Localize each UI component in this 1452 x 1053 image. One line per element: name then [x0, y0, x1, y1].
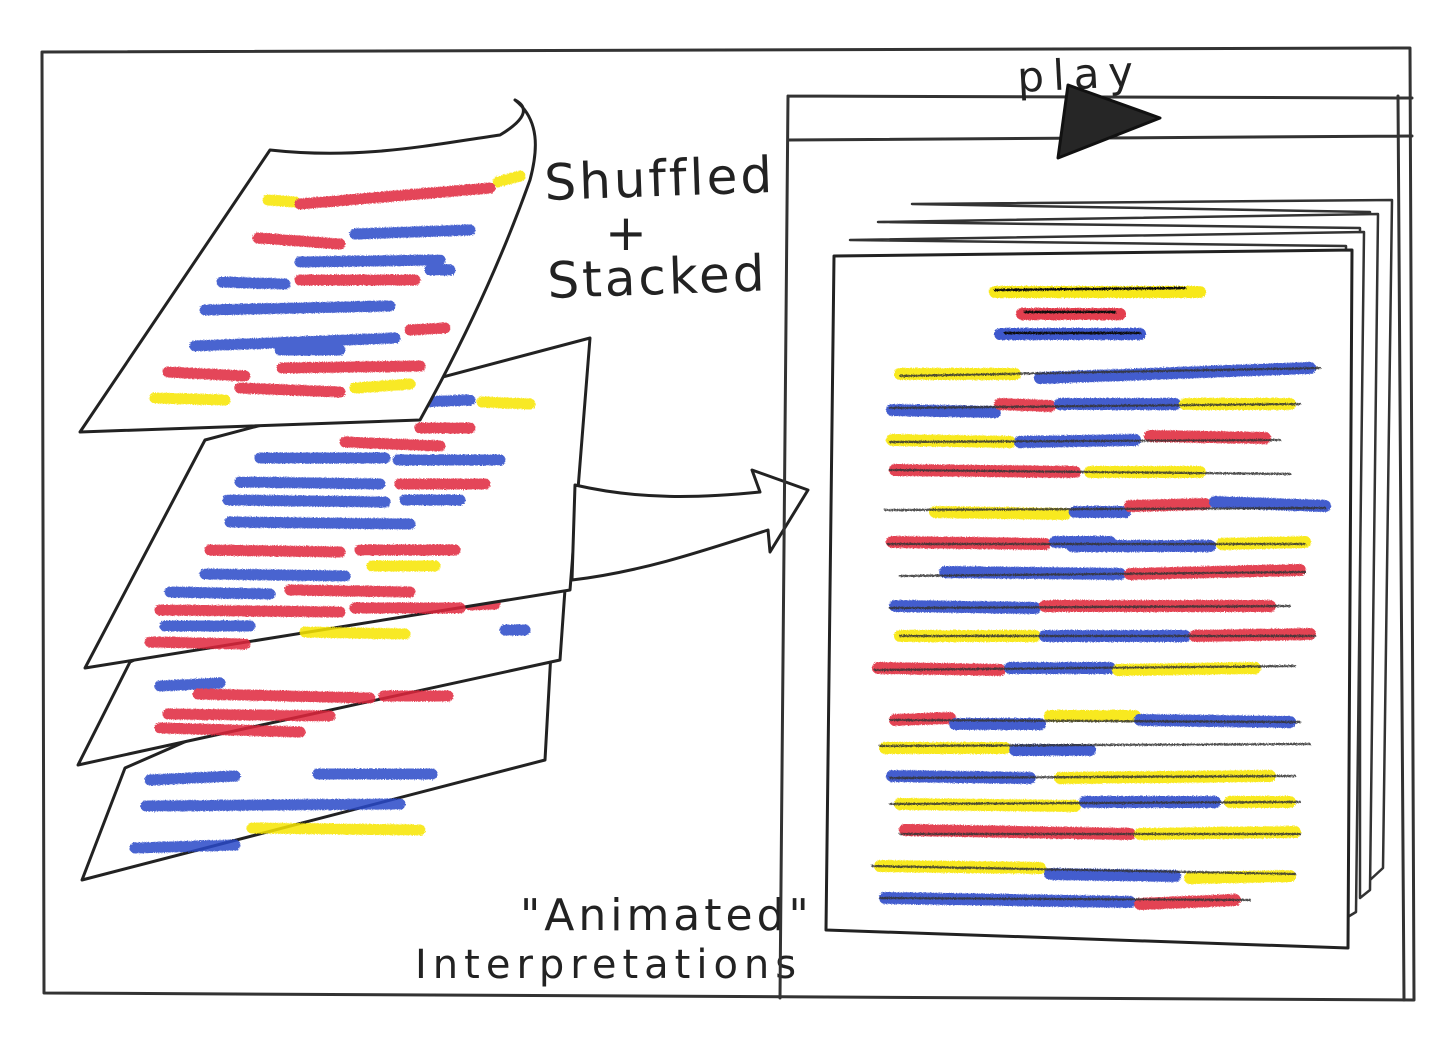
play-control[interactable]: play — [1016, 47, 1162, 160]
player-window: play — [778, 47, 1414, 1002]
right-arrow-icon — [570, 468, 810, 582]
label-shuffled: Shuffled — [543, 146, 776, 212]
page-stack: Shuffled + Stacked — [76, 98, 776, 882]
label-stacked: Stacked — [546, 244, 768, 310]
sketch-canvas: Shuffled + Stacked "Animated" Interpreta… — [40, 46, 1416, 1002]
front-frame — [824, 248, 1354, 950]
caption-animated: "Animated" — [520, 890, 813, 941]
caption-interpretations: Interpretations — [415, 942, 802, 988]
